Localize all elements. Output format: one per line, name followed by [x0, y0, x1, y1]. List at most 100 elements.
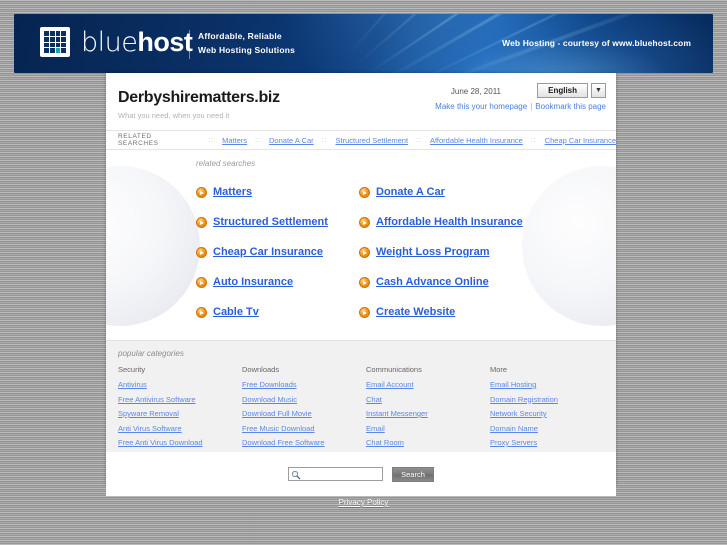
- category-link[interactable]: Spyware Removal: [118, 409, 242, 418]
- banner-divider: [189, 30, 190, 59]
- privacy-policy-wrapper: Privacy Policy: [0, 492, 727, 510]
- nav-dot-separator: ::: [416, 136, 422, 144]
- category-link[interactable]: Email Account: [366, 380, 490, 389]
- related-search-item[interactable]: Affordable Health Insurance: [359, 207, 616, 237]
- category-column: More Email Hosting Domain Registration Netw…: [490, 365, 614, 453]
- related-search-link[interactable]: Matters: [213, 186, 252, 198]
- arrow-bullet-icon: [359, 186, 370, 198]
- category-link[interactable]: Download Music: [242, 395, 366, 404]
- related-searches-nav-label: RELATED SEARCHES: [118, 133, 159, 147]
- category-title: Security: [118, 365, 146, 374]
- arrow-bullet-icon: [359, 306, 370, 318]
- nav-dot-separator: ::: [255, 136, 262, 144]
- related-search-item[interactable]: Matters: [196, 177, 359, 207]
- category-link[interactable]: Domain Name: [490, 424, 614, 433]
- category-link[interactable]: Network Security: [490, 409, 614, 418]
- related-search-link[interactable]: Cheap Car Insurance: [213, 246, 323, 258]
- bluehost-logo[interactable]: bluehost: [40, 26, 193, 58]
- arrow-bullet-icon: [359, 216, 370, 228]
- nav-dot-separator: ::: [530, 136, 537, 144]
- popular-categories-section: popular categories Security Antivirus Free…: [106, 340, 616, 452]
- related-nav-link[interactable]: Matters: [222, 136, 247, 145]
- category-link[interactable]: Free Anti Virus Download: [118, 438, 242, 447]
- category-link[interactable]: Proxy Servers: [490, 438, 614, 447]
- search-button[interactable]: Search: [392, 466, 434, 482]
- page-title: Derbyshirematters.biz: [118, 89, 280, 106]
- related-search-link[interactable]: Auto Insurance: [213, 276, 293, 288]
- category-link[interactable]: Free Music Download: [242, 424, 366, 433]
- related-search-item[interactable]: Create Website: [359, 297, 616, 327]
- category-link[interactable]: Email: [366, 424, 490, 433]
- related-searches-section: related searches Matters Donate A Car Stru…: [106, 150, 616, 340]
- privacy-policy-link[interactable]: Privacy Policy: [339, 498, 389, 507]
- related-nav-link[interactable]: Structured Settlement: [336, 136, 409, 145]
- related-searches-nav-items: :: Matters:: Donate A Car:: Structured Sett…: [200, 136, 616, 145]
- header-utility-links: Make this your homepage | Bookmark this pa…: [435, 102, 606, 111]
- logo-text-blue: blue: [81, 26, 138, 58]
- popular-categories-columns: Security Antivirus Free Antivirus Software…: [118, 365, 616, 453]
- related-search-item[interactable]: Cash Advance Online: [359, 267, 616, 297]
- related-search-item[interactable]: Cheap Car Insurance: [196, 237, 359, 267]
- nav-dot-separator: ::: [208, 136, 215, 144]
- related-search-link[interactable]: Donate A Car: [376, 186, 445, 198]
- related-searches-nav: RELATED SEARCHES :: Matters:: Donate A Car…: [106, 130, 616, 150]
- chevron-down-icon[interactable]: ▼: [591, 83, 606, 98]
- bluehost-wordmark: bluehost: [81, 26, 193, 58]
- related-nav-link[interactable]: Affordable Health Insurance: [430, 136, 523, 145]
- related-searches-heading: related searches: [196, 159, 256, 168]
- arrow-bullet-icon: [196, 306, 207, 318]
- related-search-link[interactable]: Affordable Health Insurance: [376, 216, 523, 228]
- related-search-link[interactable]: Create Website: [376, 306, 455, 318]
- category-link[interactable]: Free Downloads: [242, 380, 366, 389]
- category-title: More: [490, 365, 508, 374]
- tagline-line-1: Affordable, Reliable: [198, 31, 282, 41]
- related-search-item[interactable]: Structured Settlement: [196, 207, 359, 237]
- category-link[interactable]: Download Full Movie: [242, 409, 366, 418]
- category-title: Downloads: [242, 365, 280, 374]
- related-search-link[interactable]: Cash Advance Online: [376, 276, 489, 288]
- search-icon: [291, 470, 301, 479]
- related-search-item[interactable]: Donate A Car: [359, 177, 616, 207]
- arrow-bullet-icon: [196, 216, 207, 228]
- category-link[interactable]: Antivirus: [118, 380, 242, 389]
- current-date: June 28, 2011: [450, 87, 501, 96]
- category-link[interactable]: Anti Virus Software: [118, 424, 242, 433]
- content-card: Derbyshirematters.biz What you need, whe…: [106, 73, 616, 496]
- related-nav-link[interactable]: Cheap Car Insurance: [545, 136, 616, 145]
- related-search-link[interactable]: Weight Loss Program: [376, 246, 489, 258]
- category-link[interactable]: Free Antivirus Software: [118, 395, 242, 404]
- search-input[interactable]: [303, 468, 381, 480]
- logo-text-host: host: [137, 26, 193, 57]
- related-search-item[interactable]: Cable Tv: [196, 297, 359, 327]
- make-homepage-link[interactable]: Make this your homepage: [435, 102, 527, 111]
- related-searches-grid: Matters Donate A Car Structured Settlement…: [196, 177, 616, 327]
- arrow-bullet-icon: [196, 276, 207, 288]
- related-search-link[interactable]: Cable Tv: [213, 306, 259, 318]
- bluehost-banner: bluehost Affordable, Reliable Web Hostin…: [14, 14, 713, 73]
- arrow-bullet-icon: [196, 246, 207, 258]
- category-link[interactable]: Chat Room: [366, 438, 490, 447]
- bookmark-page-link[interactable]: Bookmark this page: [535, 102, 606, 111]
- popular-categories-heading: popular categories: [118, 349, 184, 358]
- tagline-line-2: Web Hosting Solutions: [198, 45, 296, 55]
- related-nav-link[interactable]: Donate A Car: [269, 136, 314, 145]
- page-footer: Privacy Policy: [0, 486, 727, 545]
- category-link[interactable]: Chat: [366, 395, 490, 404]
- category-link[interactable]: Download Free Software: [242, 438, 366, 447]
- nav-dot-separator: ::: [321, 136, 328, 144]
- search-field-wrapper[interactable]: [288, 467, 383, 481]
- related-search-item[interactable]: Auto Insurance: [196, 267, 359, 297]
- related-search-link[interactable]: Structured Settlement: [213, 216, 328, 228]
- category-link[interactable]: Domain Registration: [490, 395, 614, 404]
- page-subtitle: What you need, when you need it: [118, 111, 230, 120]
- banner-tagline: Affordable, Reliable Web Hosting Solutio…: [198, 29, 295, 57]
- arrow-bullet-icon: [359, 276, 370, 288]
- language-selector[interactable]: English ▼: [537, 83, 606, 98]
- link-separator: |: [530, 102, 533, 111]
- card-header: Derbyshirematters.biz What you need, whe…: [106, 73, 616, 130]
- category-column: Downloads Free Downloads Download Music Dow…: [242, 365, 366, 453]
- language-selected-value[interactable]: English: [537, 83, 588, 98]
- category-link[interactable]: Instant Messenger: [366, 409, 490, 418]
- related-search-item[interactable]: Weight Loss Program: [359, 237, 616, 267]
- category-link[interactable]: Email Hosting: [490, 380, 614, 389]
